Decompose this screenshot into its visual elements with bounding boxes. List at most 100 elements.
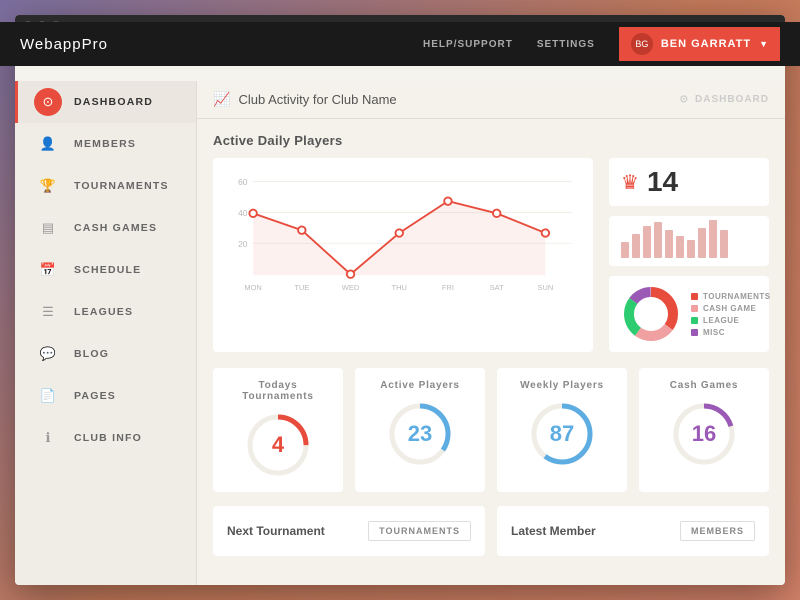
svg-text:20: 20 (238, 239, 248, 249)
latest-member-panel: Latest Member MEMBERS (497, 506, 769, 556)
breadcrumb: ⊙ DASHBOARD (680, 94, 769, 105)
sidebar-item-leagues[interactable]: ☰ LEAGUES (15, 291, 196, 333)
crown-number: 14 (647, 166, 678, 198)
svg-text:SUN: SUN (537, 283, 553, 292)
bar-5 (665, 230, 673, 258)
donut-chart (621, 284, 681, 344)
line-chart-svg: 60 40 20 (225, 168, 581, 298)
activity-icon: 📈 (213, 91, 230, 108)
sidebar-label-2: TOURNAMENTS (74, 180, 169, 192)
stat-card-weekly: Weekly Players 87 (497, 368, 627, 492)
svg-text:FRI: FRI (442, 283, 454, 292)
user-avatar: BG (631, 33, 653, 55)
app-header: WebappPro HELP/SUPPORT SETTINGS BG BEN G… (15, 22, 785, 66)
bar-9 (709, 220, 717, 258)
sidebar-item-blog[interactable]: 💬BLOG (15, 333, 196, 375)
svg-text:WED: WED (342, 283, 360, 292)
next-tournament-title: Next Tournament (227, 524, 325, 538)
user-name: BEN GARRATT (661, 38, 751, 50)
page-title-area: 📈 Club Activity for Club Name (213, 91, 397, 108)
sidebar-icon-4: 📅 (34, 256, 62, 284)
bar-6 (676, 236, 684, 258)
stat-label-0: Todays Tournaments (223, 380, 333, 402)
sidebar-item-cash-games[interactable]: ▤ CASH GAMES (15, 207, 196, 249)
stat-value-0: 4 (272, 432, 284, 458)
svg-text:60: 60 (238, 177, 248, 187)
sidebar-item-tournaments[interactable]: 🏆TOURNAMENTS (15, 165, 196, 207)
bar-3 (643, 226, 651, 258)
legend-items: TOURNAMENTS CASH GAME LEAGUE (691, 292, 771, 337)
ring-players: 23 (385, 399, 455, 469)
stat-value-3: 16 (692, 421, 716, 447)
sidebar-label-4: SCHEDULE (74, 264, 141, 276)
bar-10 (720, 230, 728, 258)
svg-text:THU: THU (392, 283, 407, 292)
ring-weekly: 87 (527, 399, 597, 469)
stat-cards: Todays Tournaments 4 Active Players (213, 368, 769, 492)
breadcrumb-icon: ⊙ (680, 94, 689, 105)
sidebar-item-dashboard[interactable]: ⊙ DASHBOARD (15, 81, 196, 123)
bottom-panels: Next Tournament TOURNAMENTS Latest Membe… (213, 506, 769, 556)
sidebar-icon-3: ▤ (34, 214, 62, 242)
stat-value-1: 23 (408, 421, 432, 447)
crown-stat-card: ♛ 14 (609, 158, 769, 206)
sidebar-icon-8: ℹ (34, 424, 62, 452)
stat-card-players: Active Players 23 (355, 368, 485, 492)
stat-label-1: Active Players (380, 380, 460, 391)
sidebar-label-3: CASH GAMES (74, 222, 157, 234)
main-body: Active Daily Players 60 (197, 119, 785, 585)
sidebar: ⊙ DASHBOARD 👤MEMBERS🏆TOURNAMENTS ▤ CASH GAME… (15, 81, 197, 585)
legend-misc: MISC (691, 328, 771, 337)
help-support-link[interactable]: HELP/SUPPORT (423, 39, 513, 50)
stat-label-2: Weekly Players (520, 380, 604, 391)
stat-label-3: Cash Games (670, 380, 739, 391)
bar-8 (698, 228, 706, 258)
sidebar-label-8: CLUB INFO (74, 432, 142, 444)
app-body: ⊙ DASHBOARD 👤MEMBERS🏆TOURNAMENTS ▤ CASH GAME… (15, 37, 785, 585)
sidebar-item-club-info[interactable]: ℹ CLUB INFO (15, 417, 196, 459)
ring-cashgames: 16 (669, 399, 739, 469)
settings-link[interactable]: SETTINGS (537, 39, 595, 50)
svg-text:MON: MON (244, 283, 261, 292)
chevron-down-icon: ▼ (759, 39, 768, 49)
tournaments-button[interactable]: TOURNAMENTS (368, 521, 471, 541)
svg-text:40: 40 (238, 208, 248, 218)
sidebar-label-0: DASHBOARD (74, 96, 153, 108)
sidebar-icon-0: ⊙ (34, 88, 62, 116)
chart-svg-wrapper: 60 40 20 (225, 168, 581, 298)
legend-dot-cashgame (691, 305, 698, 312)
sidebar-label-5: LEAGUES (74, 306, 133, 318)
members-button[interactable]: MEMBERS (680, 521, 755, 541)
app-logo: WebappPro (20, 36, 200, 53)
bar-1 (621, 242, 629, 258)
breadcrumb-label: DASHBOARD (695, 94, 769, 105)
ring-tournaments: 4 (243, 410, 313, 480)
stat-value-2: 87 (550, 421, 574, 447)
legend-cashgame: CASH GAME (691, 304, 771, 313)
svg-text:TUE: TUE (294, 283, 309, 292)
sidebar-item-schedule[interactable]: 📅 SCHEDULE (15, 249, 196, 291)
main-header: 📈 Club Activity for Club Name ⊙ DASHBOAR… (197, 81, 785, 119)
next-tournament-panel: Next Tournament TOURNAMENTS (213, 506, 485, 556)
sidebar-item-pages[interactable]: 📄PAGES (15, 375, 196, 417)
bar-2 (632, 234, 640, 258)
latest-member-title: Latest Member (511, 524, 596, 538)
main-content: 📈 Club Activity for Club Name ⊙ DASHBOAR… (197, 81, 785, 585)
sidebar-label-6: BLOG (74, 348, 109, 360)
legend-dot-tournaments (691, 293, 698, 300)
chart-side-stats: ♛ 14 (609, 158, 769, 352)
sidebar-label-7: PAGES (74, 390, 116, 402)
legend-dot-league (691, 317, 698, 324)
svg-text:SAT: SAT (490, 283, 504, 292)
chart-section-title: Active Daily Players (213, 133, 769, 148)
sidebar-label-1: MEMBERS (74, 138, 136, 150)
stat-card-cashgames: Cash Games 16 (639, 368, 769, 492)
donut-legend-card: TOURNAMENTS CASH GAME LEAGUE (609, 276, 769, 352)
sidebar-item-members[interactable]: 👤MEMBERS (15, 123, 196, 165)
legend-league: LEAGUE (691, 316, 771, 325)
crown-icon: ♛ (621, 170, 639, 195)
page-title: Club Activity for Club Name (238, 92, 396, 107)
mini-bar-chart (609, 216, 769, 266)
sidebar-icon-5: ☰ (34, 298, 62, 326)
user-menu[interactable]: BG BEN GARRATT ▼ (619, 27, 780, 61)
